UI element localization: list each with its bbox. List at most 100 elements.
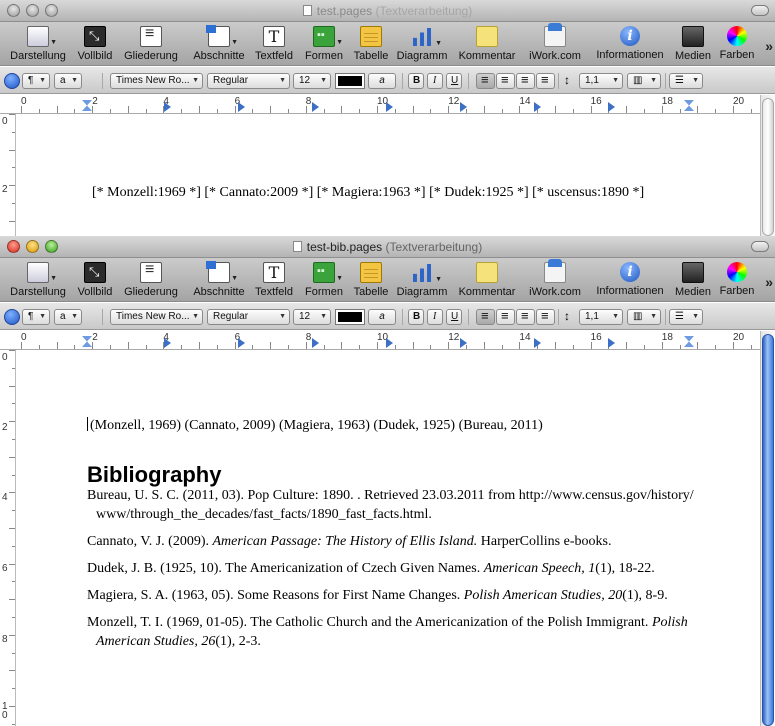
bibliography-entry[interactable]: Dudek, J. B. (1925, 10). The Americaniza… (87, 559, 697, 578)
tab-stop-marker[interactable] (608, 338, 615, 348)
highlight-color-well[interactable]: a (368, 73, 396, 89)
toolbar-overflow-button[interactable]: » (765, 38, 773, 54)
justify-button[interactable]: ≡ (536, 309, 555, 325)
toolbar-vollbild-button[interactable]: Vollbild (74, 262, 116, 298)
character-style-popup[interactable]: a ▼ (54, 309, 82, 325)
tab-stop-marker[interactable] (460, 338, 467, 348)
scroll-thumb[interactable] (762, 334, 774, 726)
toolbar-diagramm-button[interactable]: ▼ Diagramm (396, 26, 448, 62)
font-style-popup[interactable]: Regular ▼ (207, 73, 290, 89)
toolbar-kommentar-button[interactable]: Kommentar (456, 26, 518, 62)
toolbar-informationen-button[interactable]: i Informationen (594, 262, 666, 297)
toolbar-informationen-button[interactable]: i Informationen (594, 26, 666, 61)
toolbar-gliederung-button[interactable]: Gliederung (121, 261, 181, 298)
font-size-field[interactable]: 12 ▼ (293, 73, 331, 89)
horizontal-ruler[interactable]: 0 2 4 6 8 10 12 14 16 18 20 (0, 331, 775, 350)
bold-button[interactable]: B (408, 309, 424, 325)
document-canvas[interactable]: (Monzell, 1969) (Cannato, 2009) (Magiera… (17, 350, 760, 726)
first-line-indent-marker[interactable] (82, 100, 92, 111)
toolbar-textfeld-button[interactable]: T Textfeld (252, 26, 296, 62)
toolbar-formen-button[interactable]: ▼ Formen (302, 26, 346, 62)
align-center-button[interactable]: ≡ (496, 309, 515, 325)
styles-drawer-button[interactable] (4, 309, 20, 325)
toolbar-iworkcom-button[interactable]: iWork.com (528, 259, 582, 298)
toolbar-darstellung-button[interactable]: ▼ Darstellung (2, 26, 74, 62)
italic-button[interactable]: I (427, 309, 443, 325)
toolbar-farben-button[interactable]: Farben (718, 26, 756, 61)
toolbar-diagramm-button[interactable]: ▼ Diagramm (396, 262, 448, 298)
toolbar-vollbild-button[interactable]: Vollbild (74, 26, 116, 62)
toolbar-textfeld-button[interactable]: T Textfeld (252, 262, 296, 298)
justify-button[interactable]: ≡ (536, 73, 555, 89)
tab-stop-marker[interactable] (460, 102, 467, 112)
toolbar-tabelle-button[interactable]: Tabelle (351, 262, 391, 298)
first-line-indent-marker[interactable] (82, 336, 92, 347)
font-family-popup[interactable]: Times New Ro... ▼ (110, 309, 203, 325)
highlight-color-well[interactable]: a (368, 309, 396, 325)
line-spacing-field[interactable]: 1,1 ▼ (579, 73, 623, 89)
font-family-popup[interactable]: Times New Ro... ▼ (110, 73, 203, 89)
columns-popup[interactable]: ▥ ▼ (627, 73, 661, 89)
columns-popup[interactable]: ▥ ▼ (627, 309, 661, 325)
align-left-button[interactable]: ≡ (476, 73, 495, 89)
character-style-popup[interactable]: a ▼ (54, 73, 82, 89)
horizontal-ruler[interactable]: 0 2 4 6 8 10 12 14 16 18 20 (0, 95, 775, 114)
toolbar-toggle-button[interactable] (751, 241, 769, 252)
toolbar-kommentar-button[interactable]: Kommentar (456, 262, 518, 298)
vertical-scrollbar[interactable] (760, 331, 775, 726)
tab-stop-marker[interactable] (386, 338, 393, 348)
paragraph-style-popup[interactable]: ¶ ▼ (22, 73, 50, 89)
bibliography-entry[interactable]: Monzell, T. I. (1969, 01-05). The Cathol… (87, 613, 697, 651)
toolbar-overflow-button[interactable]: » (765, 274, 773, 290)
line-spacing-field[interactable]: 1,1 ▼ (579, 309, 623, 325)
text-color-well[interactable] (335, 309, 365, 325)
title-bar[interactable]: test-bib.pages (Textverarbeitung) (0, 236, 775, 258)
right-indent-marker[interactable] (684, 100, 694, 111)
font-size-field[interactable]: 12 ▼ (293, 309, 331, 325)
bibliography-entry[interactable]: Bureau, U. S. C. (2011, 03). Pop Culture… (87, 486, 697, 524)
toolbar-medien-button[interactable]: Medien (673, 262, 713, 298)
toolbar-farben-button[interactable]: Farben (718, 262, 756, 297)
tab-stop-marker[interactable] (534, 102, 541, 112)
text-color-well[interactable] (335, 73, 365, 89)
bibliography-heading[interactable]: Bibliography (87, 462, 221, 488)
tab-stop-marker[interactable] (312, 102, 319, 112)
tab-stop-marker[interactable] (238, 102, 245, 112)
tab-stop-marker[interactable] (534, 338, 541, 348)
align-right-button[interactable]: ≡ (516, 73, 535, 89)
citations-line[interactable]: (Monzell, 1969) (Cannato, 2009) (Magiera… (87, 417, 543, 434)
align-right-button[interactable]: ≡ (516, 309, 535, 325)
document-canvas[interactable]: [* Monzell:1969 *] [* Cannato:2009 *] [*… (17, 114, 760, 236)
tab-stop-marker[interactable] (164, 102, 171, 112)
list-style-popup[interactable]: ☰ ▼ (669, 73, 703, 89)
tab-stop-marker[interactable] (164, 338, 171, 348)
tab-stop-marker[interactable] (238, 338, 245, 348)
bold-button[interactable]: B (408, 73, 424, 89)
citation-placeholders[interactable]: [* Monzell:1969 *] [* Cannato:2009 *] [*… (92, 185, 644, 201)
toolbar-medien-button[interactable]: Medien (673, 26, 713, 62)
toolbar-abschnitte-button[interactable]: ▼ Abschnitte (188, 261, 250, 298)
tab-stop-marker[interactable] (608, 102, 615, 112)
tab-stop-marker[interactable] (386, 102, 393, 112)
title-bar[interactable]: test.pages (Textverarbeitung) (0, 0, 775, 22)
tab-stop-marker[interactable] (312, 338, 319, 348)
scroll-thumb[interactable] (762, 98, 774, 236)
italic-button[interactable]: I (427, 73, 443, 89)
align-center-button[interactable]: ≡ (496, 73, 515, 89)
toolbar-gliederung-button[interactable]: Gliederung (121, 25, 181, 62)
toolbar-abschnitte-button[interactable]: ▼ Abschnitte (188, 25, 250, 62)
underline-button[interactable]: U (446, 73, 462, 89)
toolbar-darstellung-button[interactable]: ▼ Darstellung (2, 262, 74, 298)
paragraph-style-popup[interactable]: ¶ ▼ (22, 309, 50, 325)
bibliography-entry[interactable]: Magiera, S. A. (1963, 05). Some Reasons … (87, 586, 697, 605)
font-style-popup[interactable]: Regular ▼ (207, 309, 290, 325)
toolbar-tabelle-button[interactable]: Tabelle (351, 26, 391, 62)
toolbar-iworkcom-button[interactable]: iWork.com (528, 23, 582, 62)
toolbar-formen-button[interactable]: ▼ Formen (302, 262, 346, 298)
toolbar-toggle-button[interactable] (751, 5, 769, 16)
align-left-button[interactable]: ≡ (476, 309, 495, 325)
underline-button[interactable]: U (446, 309, 462, 325)
list-style-popup[interactable]: ☰ ▼ (669, 309, 703, 325)
vertical-scrollbar[interactable] (760, 95, 775, 236)
right-indent-marker[interactable] (684, 336, 694, 347)
